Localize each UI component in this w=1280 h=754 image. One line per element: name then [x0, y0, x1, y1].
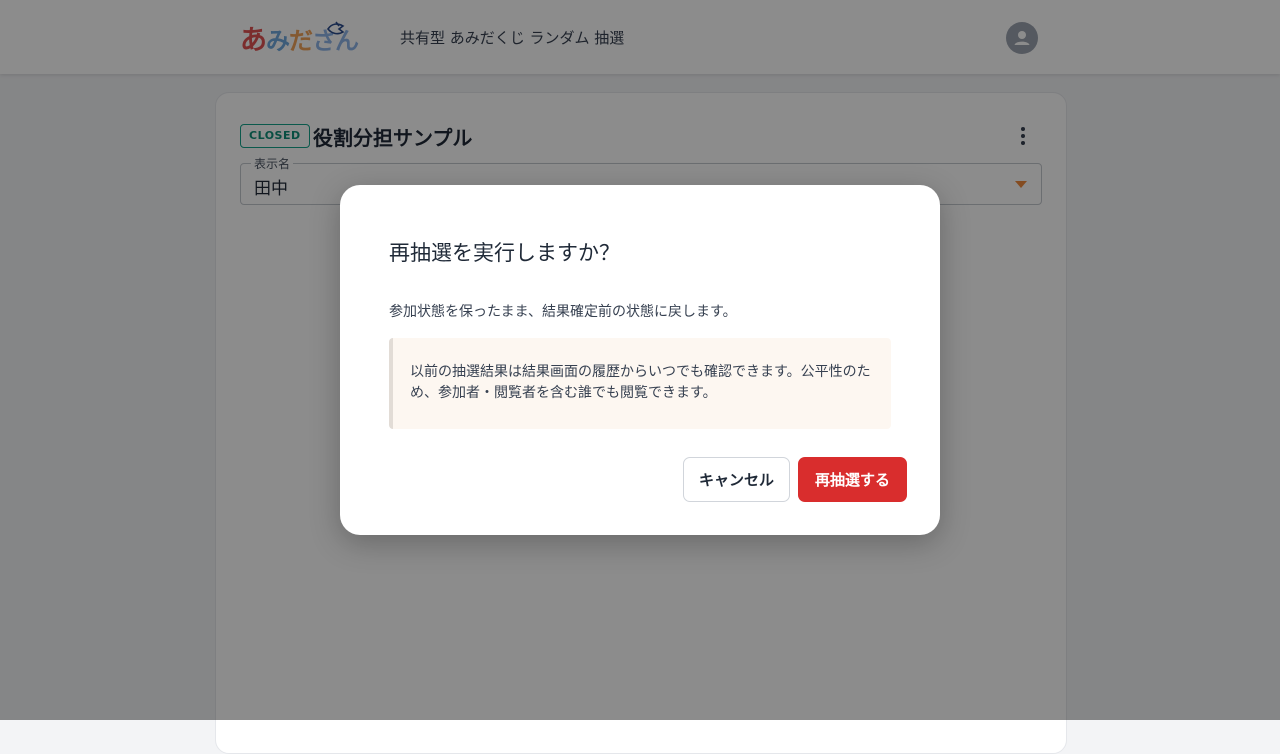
cancel-button[interactable]: キャンセル: [683, 457, 790, 502]
dialog-title: 再抽選を実行しますか？: [389, 241, 620, 265]
dialog-notice: 以前の抽選結果は結果画面の履歴からいつでも確認できます。公平性のため、参加者・閲…: [389, 338, 891, 429]
dialog-message: 参加状態を保ったまま、結果確定前の状態に戻します。: [389, 304, 737, 320]
redraw-button[interactable]: 再抽選する: [798, 457, 907, 502]
redraw-confirm-dialog: 再抽選を実行しますか？ 参加状態を保ったまま、結果確定前の状態に戻します。 以前…: [340, 185, 940, 535]
